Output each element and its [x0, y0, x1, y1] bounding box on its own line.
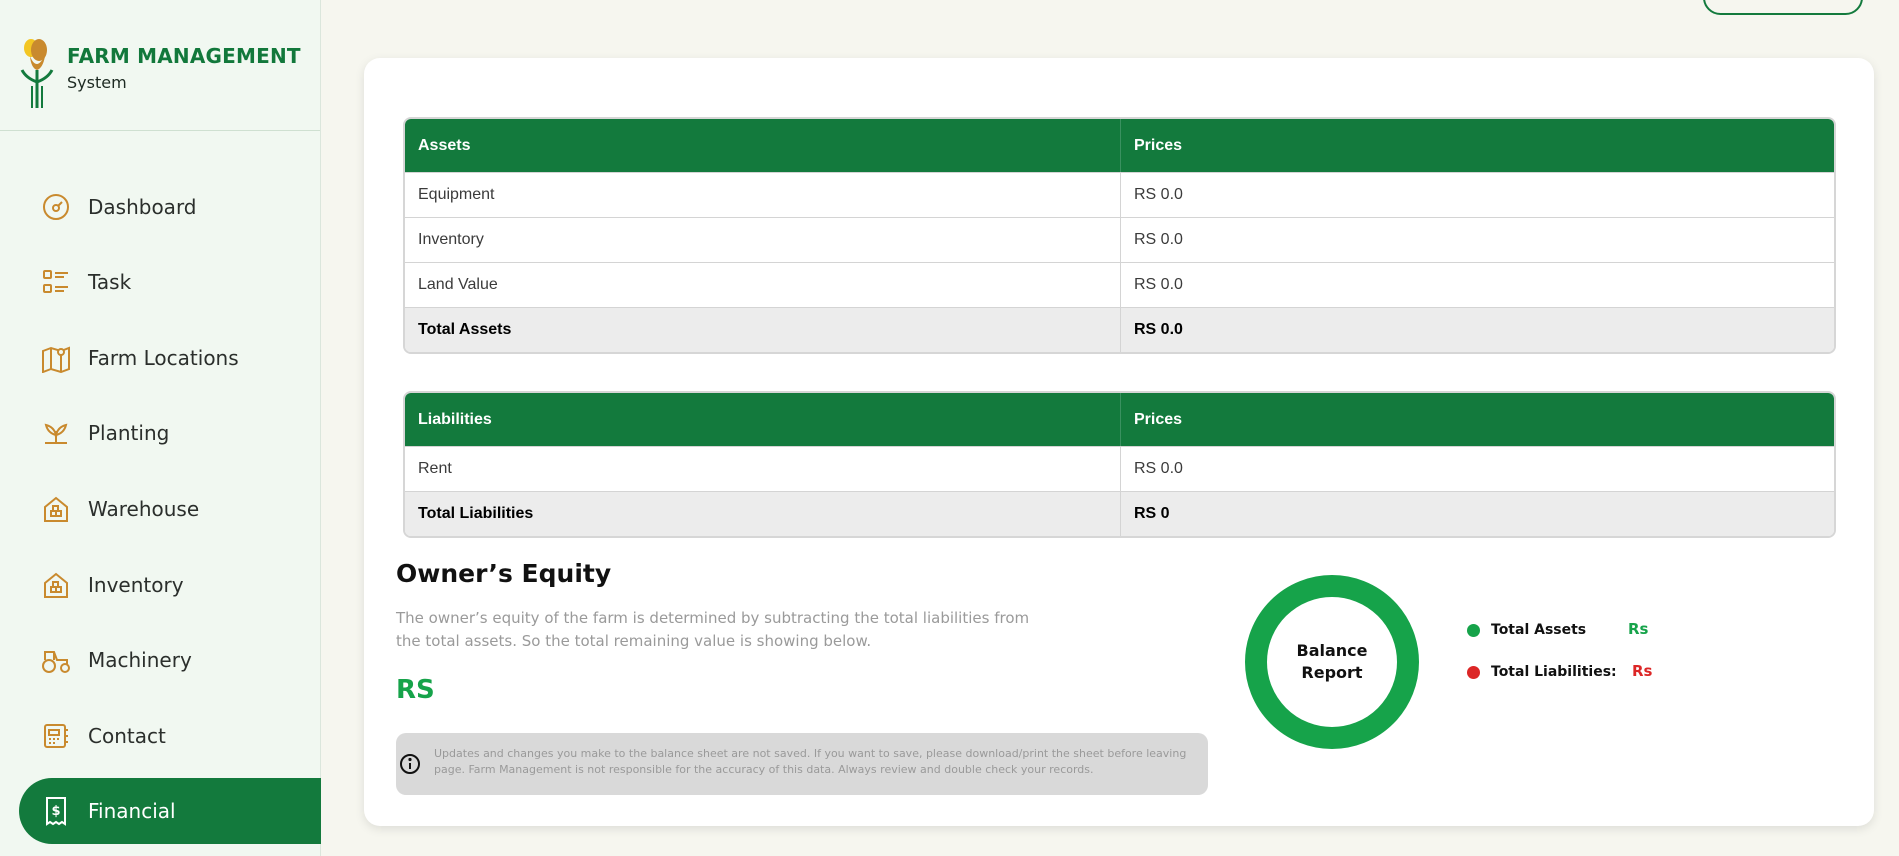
wheat-logo-icon [20, 39, 54, 108]
liability-name: Rent [405, 447, 1121, 491]
green-dot-icon [1467, 623, 1480, 637]
equity-value: RS [396, 675, 435, 705]
sidebar-item-farm-locations[interactable]: Farm Locations [19, 325, 321, 391]
notice-text: Updates and changes you make to the bala… [434, 747, 1187, 776]
asset-price[interactable]: RS 0.0 [1121, 263, 1834, 307]
total-liabilities-row: Total Liabilities RS 0 [405, 491, 1834, 536]
contact-book-icon [40, 720, 72, 752]
equity-title: Owner’s Equity [396, 559, 612, 588]
total-value: RS 0.0 [1134, 321, 1183, 338]
brand-subtitle: System [67, 73, 127, 92]
table-header-row: Liabilities Prices [405, 393, 1834, 446]
table-header-row: Assets Prices [405, 119, 1834, 172]
inventory-icon [40, 569, 72, 601]
sidebar-item-contact[interactable]: Contact [19, 703, 321, 769]
sidebar-item-label: Task [88, 270, 132, 294]
asset-price[interactable]: RS 0.0 [1121, 173, 1834, 217]
chart-label-line2: Report [1301, 663, 1363, 682]
brand-header: FARM MANAGEMENT System [0, 0, 320, 131]
map-pin-icon [40, 342, 72, 374]
equity-description: The owner’s equity of the farm is determ… [396, 609, 1030, 650]
column-header: Prices [1134, 410, 1183, 428]
table-row[interactable]: Inventory RS 0.0 [405, 217, 1834, 262]
asset-price[interactable]: RS 0.0 [1121, 218, 1834, 262]
sidebar-item-label: Inventory [88, 573, 184, 597]
legend-value: Rs [1628, 620, 1649, 638]
task-list-icon [40, 266, 72, 298]
sidebar-item-label: Warehouse [88, 497, 200, 521]
dashboard-gauge-icon [40, 191, 72, 223]
sidebar-item-financial[interactable]: $ Financial [19, 778, 321, 844]
svg-text:$: $ [51, 804, 60, 819]
column-header: Liabilities [405, 393, 1121, 446]
sidebar-item-warehouse[interactable]: Warehouse [19, 476, 321, 542]
sidebar-item-label: Farm Locations [88, 346, 239, 370]
sidebar: FARM MANAGEMENT System Dashboard Task Fa… [0, 0, 321, 856]
table-row[interactable]: Land Value RS 0.0 [405, 262, 1834, 307]
legend-label: Total Liabilities: [1491, 664, 1617, 680]
total-assets-row: Total Assets RS 0.0 [405, 307, 1834, 352]
save-notice: Updates and changes you make to the bala… [396, 733, 1208, 795]
sidebar-item-label: Financial [88, 799, 176, 823]
top-action-button[interactable] [1703, 0, 1863, 15]
receipt-dollar-icon: $ [40, 795, 72, 827]
legend-total-liabilities: Total Liabilities: [1467, 664, 1617, 680]
red-dot-icon [1467, 665, 1480, 679]
sidebar-item-task[interactable]: Task [19, 249, 321, 315]
column-header: Assets [405, 119, 1121, 172]
liability-price[interactable]: RS 0.0 [1121, 447, 1834, 491]
legend-value: Rs [1632, 662, 1653, 680]
total-label: Total Assets [405, 308, 1121, 352]
info-icon [400, 754, 420, 774]
tractor-icon [40, 644, 72, 676]
asset-name: Inventory [405, 218, 1121, 262]
sidebar-item-label: Contact [88, 724, 166, 748]
total-label: Total Liabilities [405, 492, 1121, 536]
sidebar-item-machinery[interactable]: Machinery [19, 627, 321, 693]
assets-table: Assets Prices Equipment RS 0.0 Inventory… [403, 117, 1836, 354]
sidebar-item-inventory[interactable]: Inventory [19, 552, 321, 618]
sidebar-item-dashboard[interactable]: Dashboard [19, 174, 321, 240]
asset-name: Land Value [405, 263, 1121, 307]
legend-label: Total Assets [1491, 622, 1587, 638]
sidebar-item-label: Dashboard [88, 195, 197, 219]
table-row[interactable]: Rent RS 0.0 [405, 446, 1834, 491]
table-row[interactable]: Equipment RS 0.0 [405, 172, 1834, 217]
sidebar-item-planting[interactable]: Planting [19, 400, 321, 466]
warehouse-icon [40, 493, 72, 525]
brand-title: FARM MANAGEMENT [67, 44, 301, 68]
chart-label: Balance Report [1244, 640, 1420, 684]
chart-label-line1: Balance [1296, 641, 1368, 660]
sidebar-item-label: Planting [88, 421, 170, 445]
sprout-icon [40, 417, 72, 449]
liabilities-table: Liabilities Prices Rent RS 0.0 Total Lia… [403, 391, 1836, 538]
sidebar-item-label: Machinery [88, 648, 192, 672]
total-value: RS 0 [1134, 505, 1170, 522]
legend-total-assets: Total Assets [1467, 622, 1586, 638]
column-header: Prices [1134, 136, 1183, 154]
asset-name: Equipment [405, 173, 1121, 217]
